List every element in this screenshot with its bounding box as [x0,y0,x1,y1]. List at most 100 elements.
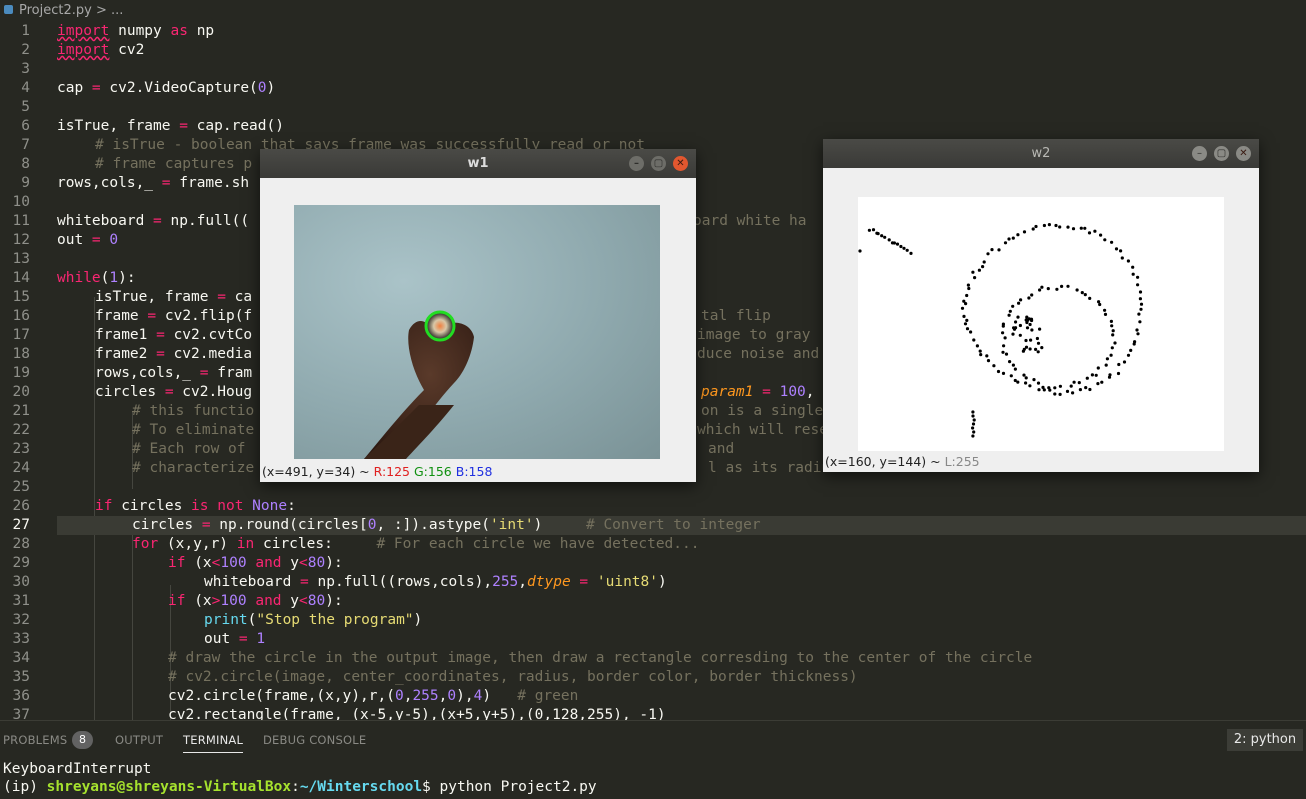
maximize-button[interactable]: ▢ [651,156,666,171]
code-line[interactable]: 3 [0,60,1306,79]
code-line-current[interactable]: 27 circles = np.round(circles[0, :]).asty… [13,516,1306,535]
trace-dot [1117,362,1121,367]
trace-dot [1072,380,1076,384]
trace-dot [960,306,965,310]
trace-dot [1122,360,1127,364]
trace-dot [1105,357,1109,361]
code-token: = [156,346,165,362]
code-token: print [204,612,248,628]
maximize-button[interactable]: ▢ [1214,146,1229,161]
code-token: cv2 [109,42,145,58]
trace-dot [1003,336,1007,340]
code-token: = [91,232,101,248]
trace-dot [997,248,1001,252]
code-line[interactable]: 5 [0,98,1306,117]
code-comment: # frame captures p [95,156,253,172]
trace-dot [876,232,880,236]
trace-dot [1088,387,1092,392]
camera-frame-image[interactable] [294,205,660,459]
code-token: circles [132,517,202,533]
trace-dot [972,338,976,342]
tab-problems[interactable]: PROBLEMS [3,733,67,747]
code-token: "Stop the program" [256,612,414,628]
code-token: out [204,631,239,647]
code-line[interactable]: 37 cv2.rectangle(frame, (x-5,y-5),(x+5,y+… [0,706,1306,720]
trace-dot [1139,302,1144,306]
trace-dot [1093,229,1097,233]
window-w1[interactable]: w1 – ▢ ✕ (x=491, y=34) ~ R:125 G:156 B:1… [260,149,696,482]
breadcrumb-file[interactable]: Project2.py [19,3,92,18]
code-token: np.round(circles[ [210,517,368,533]
window-title: w1 [467,156,489,171]
line-number: 4 [21,80,30,96]
tab-debug-console[interactable]: DEBUG CONSOLE [263,733,366,747]
code-comment: # characterize [132,460,255,476]
tab-output[interactable]: OUTPUT [115,733,163,747]
trace-dot [1038,288,1042,292]
window-titlebar[interactable]: w2 – ▢ ✕ [823,139,1259,168]
line-number: 26 [12,498,30,514]
minimize-button[interactable]: – [629,156,644,171]
trace-dot [1099,233,1103,237]
tab-terminal[interactable]: TERMINAL [183,733,244,753]
code-line[interactable]: 30 whiteboard = np.full((rows,cols),255,d… [0,573,1306,592]
code-token: : [287,498,296,514]
code-token: param1 [701,384,754,400]
code-token: 'int' [489,517,534,533]
window-w2[interactable]: w2 – ▢ ✕ (x=160, y=144) ~ L:255 [823,139,1259,472]
trace-dot [1001,371,1006,375]
code-line[interactable]: 2 import cv2 [0,41,1306,60]
trace-dot [1003,241,1008,245]
trace-dot [1046,287,1050,291]
code-line[interactable]: 34 # draw the circle in the output image,… [0,649,1306,668]
code-comment: and [708,441,735,457]
trace-dot [965,293,969,298]
minimize-button[interactable]: – [1192,146,1207,161]
code-line[interactable]: 26 if circles is not None: [0,497,1306,516]
trace-dot [1104,363,1108,367]
trace-dot [1036,381,1041,385]
code-line[interactable]: 29 if (x<100 and y<80): [0,554,1306,573]
code-comment: # Each row of [132,441,246,457]
code-line[interactable]: 6 isTrue, frame = cap.read() [0,117,1306,136]
line-number: 33 [12,631,30,647]
trace-dot [1040,285,1044,289]
trace-dot [1032,378,1036,382]
terminal-selector[interactable]: 2: python [1227,729,1303,751]
code-token: = [762,384,771,400]
breadcrumb-more[interactable]: ... [111,3,123,18]
trace-dot [966,283,970,287]
trace-dot [967,286,971,291]
trace-dot [1037,388,1041,392]
whiteboard-image[interactable] [858,197,1224,451]
window-titlebar[interactable]: w1 – ▢ ✕ [260,149,696,178]
trace-dot [1066,225,1070,229]
code-token: y [281,555,300,571]
code-token: ) [266,80,276,96]
line-number: 3 [21,61,30,77]
breadcrumb[interactable]: Project2.py > ... [0,0,1306,22]
code-line[interactable]: 1 import numpy as np [0,22,1306,41]
window-statusbar: (x=491, y=34) ~ R:125 G:156 B:158 [260,462,696,482]
code-line[interactable]: 31 if (x>100 and y<80): [0,592,1306,611]
code-token: cv2.media [164,346,253,362]
code-token: rows,cols,_ [95,365,200,381]
trace-dot [1058,225,1062,229]
code-line[interactable]: 28 for (x,y,r) in circles: # For each cir… [0,535,1306,554]
hand-holding-object-image [294,310,474,459]
terminal[interactable]: KeyboardInterrupt (ip) shreyans@shreyans… [0,760,1306,799]
line-number: 1 [21,23,30,39]
close-button[interactable]: ✕ [1236,146,1251,161]
code-line[interactable]: 4 cap = cv2.VideoCapture(0) [0,79,1306,98]
code-line[interactable]: 35 # cv2.circle(image, center_coordinates… [0,668,1306,687]
trace-dot [985,354,989,358]
trace-dot [1012,326,1016,330]
code-line[interactable]: 33 out = 1 [0,630,1306,649]
trace-dot [1002,344,1006,348]
code-line[interactable]: 36 cv2.circle(frame,(x,y),r,(0,255,0),4) … [0,687,1306,706]
trace-dot [1138,320,1142,324]
close-button[interactable]: ✕ [673,156,688,171]
code-line[interactable]: 32 print("Stop the program") [0,611,1306,630]
code-token: whiteboard [204,574,301,590]
